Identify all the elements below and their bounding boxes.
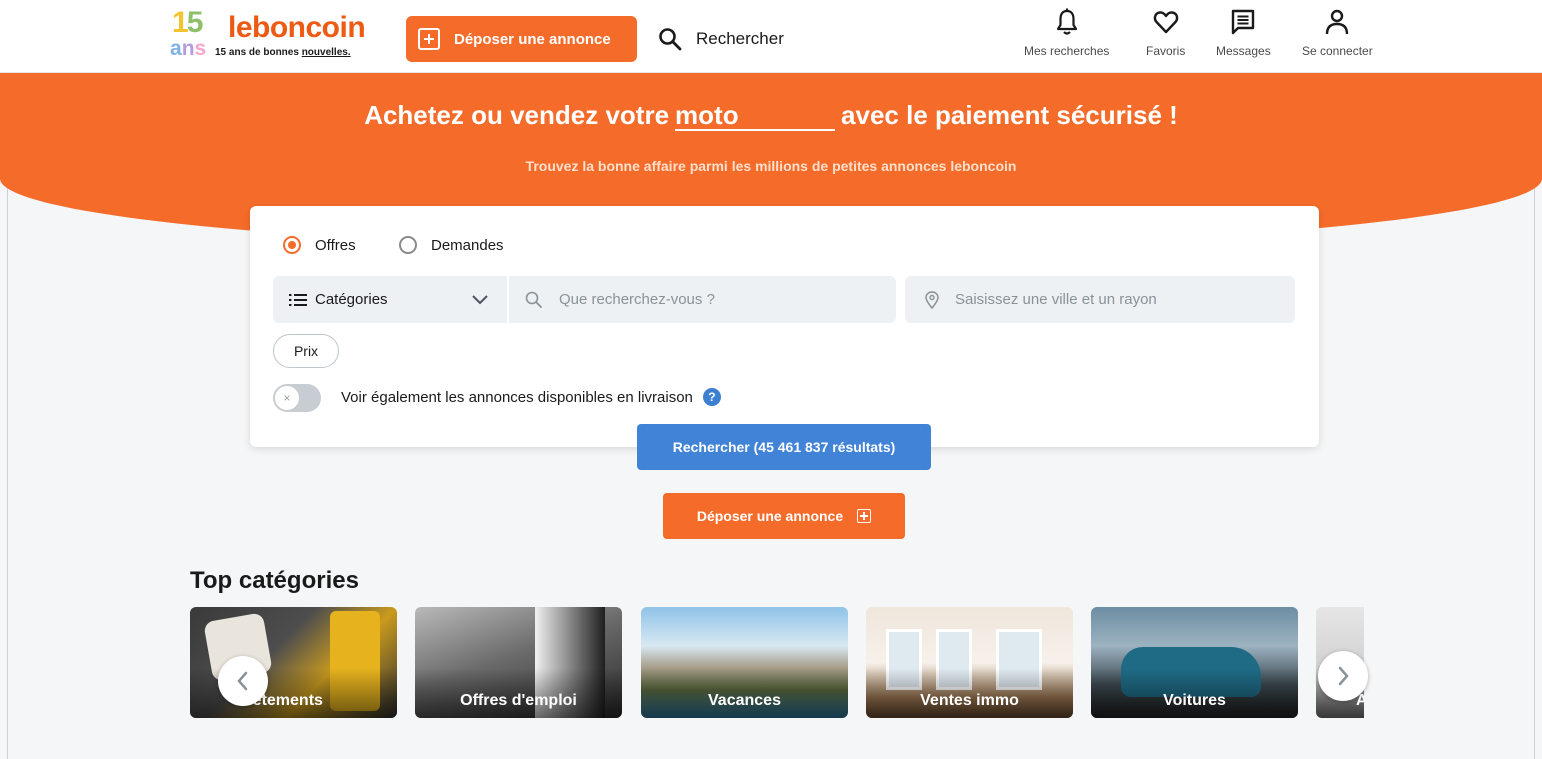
category-card-voitures[interactable]: Voitures xyxy=(1091,607,1298,718)
nav-label: Se connecter xyxy=(1302,44,1373,58)
category-card-label: Voitures xyxy=(1163,692,1226,709)
nav-label: Mes recherches xyxy=(1024,44,1110,58)
post-ad-label: Déposer une annonce xyxy=(454,30,611,48)
plus-box-icon xyxy=(418,28,440,50)
nav-messages[interactable]: Messages xyxy=(1216,8,1271,68)
chevron-down-icon xyxy=(472,295,488,305)
post-ad-button-secondary[interactable]: Déposer une annonce xyxy=(663,493,905,539)
hero-title: Achetez ou vendez votre moto avec le paiem… xyxy=(364,100,1178,131)
radio-offres[interactable]: Offres xyxy=(283,236,356,254)
search-card: Offres Demandes Catégories Prix × Voir é… xyxy=(250,206,1319,447)
price-filter-chip[interactable]: Prix xyxy=(273,334,339,368)
nav-saved-searches[interactable]: Mes recherches xyxy=(1024,8,1109,68)
search-icon xyxy=(525,291,542,308)
nav-label: Favoris xyxy=(1146,44,1186,58)
plus-box-icon xyxy=(857,509,872,523)
radio-demandes[interactable]: Demandes xyxy=(399,236,504,254)
message-icon xyxy=(1232,9,1255,35)
carousel-prev-button[interactable] xyxy=(218,656,268,706)
delivery-toggle-label: Voir également les annonces disponibles … xyxy=(341,388,721,406)
location-input[interactable] xyxy=(953,290,1277,309)
logo-tagline: 15 ans de bonnes nouvelles. xyxy=(215,47,351,58)
category-select[interactable]: Catégories xyxy=(273,276,507,323)
toggle-off-icon: × xyxy=(275,386,299,410)
logo-15: 15 xyxy=(172,6,203,39)
search-icon xyxy=(659,28,682,51)
category-label: Catégories xyxy=(315,291,388,308)
radio-empty-icon xyxy=(399,236,417,254)
chevron-left-icon xyxy=(237,671,248,691)
list-icon xyxy=(289,293,307,306)
nav-label: Messages xyxy=(1216,44,1271,58)
nav-login[interactable]: Se connecter xyxy=(1302,8,1373,68)
category-card-emploi[interactable]: Offres d'emploi xyxy=(415,607,622,718)
search-link-label: Rechercher xyxy=(696,29,784,48)
radio-selected-icon xyxy=(283,236,301,254)
category-card-label: Vêtements xyxy=(242,692,323,709)
category-card-label: Ventes immo xyxy=(920,692,1019,709)
nav-favorites[interactable]: Favoris xyxy=(1146,8,1185,68)
category-card-label: Vacances xyxy=(708,692,781,709)
help-icon[interactable]: ? xyxy=(702,388,721,406)
user-icon xyxy=(1326,9,1349,35)
category-card-ventes-immo[interactable]: Ventes immo xyxy=(866,607,1073,718)
category-card-label: Offres d'emploi xyxy=(460,692,577,709)
location-field[interactable] xyxy=(905,276,1295,323)
location-pin-icon xyxy=(925,290,939,309)
search-input[interactable] xyxy=(557,290,881,309)
hero-subtitle: Trouvez la bonne affaire parmi les milli… xyxy=(525,158,1017,174)
category-card-vetements[interactable]: Vêtements xyxy=(190,607,397,718)
top-categories-title: Top catégories xyxy=(190,567,359,594)
top-header: 15 ans leboncoin 15 ans de bonnes nouvel… xyxy=(0,0,1542,73)
carousel-next-button[interactable] xyxy=(1318,651,1368,701)
leboncoin-logo[interactable]: 15 ans leboncoin 15 ans de bonnes nouvel… xyxy=(170,8,392,60)
post-ad-button[interactable]: Déposer une annonce xyxy=(406,16,637,62)
logo-brand: leboncoin xyxy=(228,11,366,44)
bell-icon xyxy=(1056,8,1077,35)
heart-icon xyxy=(1153,11,1178,34)
chevron-right-icon xyxy=(1338,666,1349,686)
logo-ans: ans xyxy=(170,37,207,60)
search-link[interactable]: Rechercher xyxy=(658,22,784,56)
delivery-toggle[interactable]: × xyxy=(273,384,321,412)
hero-rotating-word: moto xyxy=(675,101,836,131)
search-submit-button[interactable]: Rechercher (45 461 837 résultats) xyxy=(637,424,931,470)
query-field[interactable] xyxy=(509,276,896,323)
category-card-vacances[interactable]: Vacances xyxy=(641,607,848,718)
